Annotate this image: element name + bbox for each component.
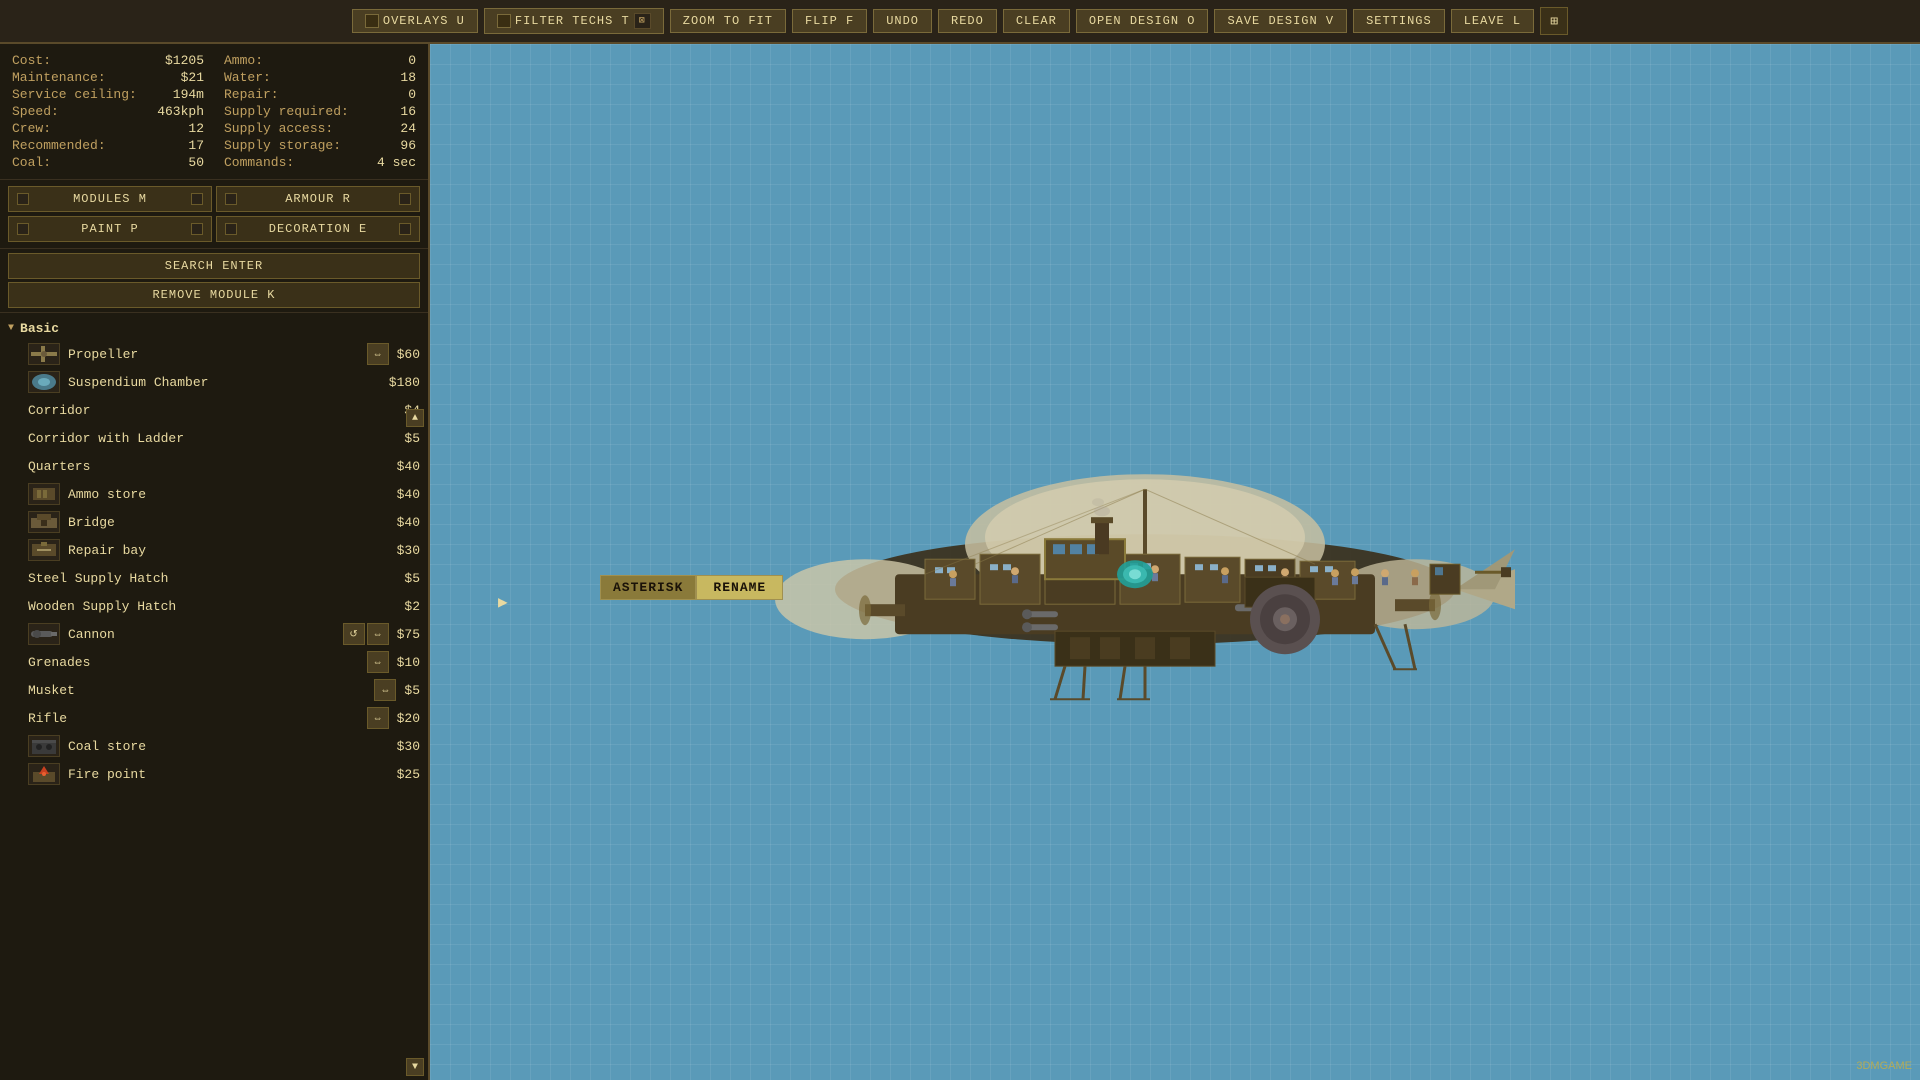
filter-techs-checkbox [497, 14, 511, 28]
stat-repair: Repair: 0 [224, 86, 416, 103]
cannon-rotate-btn[interactable]: ↺ [343, 623, 365, 645]
stat-cost: Cost: $1205 [12, 52, 204, 69]
rename-button[interactable]: Rename [696, 575, 783, 600]
list-item[interactable]: Corridor $4 [0, 396, 428, 424]
redo-button[interactable]: Redo [938, 9, 997, 33]
list-item[interactable]: Propeller ⇔ $60 [0, 340, 428, 368]
cannon-flip-btn[interactable]: ⇔ [367, 623, 389, 645]
settings-button[interactable]: Settings [1353, 9, 1445, 33]
stats-left: Cost: $1205 Maintenance: $21 Service cei… [12, 52, 204, 171]
propeller-flip-btn[interactable]: ⇔ [367, 343, 389, 365]
stat-maintenance: Maintenance: $21 [12, 69, 204, 86]
suspendium-icon [28, 371, 60, 393]
list-item[interactable]: Corridor with Ladder $5 [0, 424, 428, 452]
ship-visualization [775, 389, 1515, 773]
propeller-icon [28, 343, 60, 365]
category-basic[interactable]: ▼ Basic [0, 317, 428, 340]
module-list: ▼ Basic Propeller ⇔ $60 [0, 313, 428, 1080]
stat-water: Water: 18 [224, 69, 416, 86]
stat-supply-storage: Supply storage: 96 [224, 137, 416, 154]
asterisk-label: Asterisk [600, 575, 696, 600]
zoom-fit-button[interactable]: Zoom to fit [670, 9, 786, 33]
list-item[interactable]: Quarters $40 [0, 452, 428, 480]
undo-button[interactable]: Undo [873, 9, 932, 33]
open-design-button[interactable]: Open design O [1076, 9, 1209, 33]
filter-techs-button[interactable]: Filter Techs T ⊠ [484, 8, 664, 34]
list-item[interactable]: Bridge $40 [0, 508, 428, 536]
tab-modules[interactable]: Modules M [8, 186, 212, 212]
search-remove-area: Search ENTER Remove module K [0, 249, 428, 313]
grenades-flip-btn[interactable]: ⇔ [367, 651, 389, 673]
list-item[interactable]: Suspendium Chamber $180 [0, 368, 428, 396]
propeller-buttons: ⇔ [367, 343, 389, 365]
stat-supply-required: Supply required: 16 [224, 103, 416, 120]
list-item[interactable]: Musket ⇔ $5 [0, 676, 428, 704]
list-item[interactable]: Ammo store $40 [0, 480, 428, 508]
rename-dialog: Asterisk Rename [600, 575, 783, 600]
extra-icon[interactable]: ⊞ [1540, 7, 1568, 35]
cannon-icon [28, 623, 60, 645]
scroll-down-button[interactable]: ▼ [406, 1058, 424, 1076]
cannon-buttons: ↺ ⇔ [343, 623, 389, 645]
musket-flip-btn[interactable]: ⇔ [374, 679, 396, 701]
overlays-button[interactable]: Overlays U [352, 9, 478, 33]
list-item[interactable]: Fire point $25 [0, 760, 428, 788]
stat-service-ceiling: Service ceiling: 194m [12, 86, 204, 103]
clear-button[interactable]: Clear [1003, 9, 1070, 33]
flip-button[interactable]: Flip F [792, 9, 867, 33]
save-design-button[interactable]: Save design V [1214, 9, 1347, 33]
ship-svg [775, 389, 1515, 769]
stat-coal: Coal: 50 [12, 154, 204, 171]
stat-ammo: Ammo: 0 [224, 52, 416, 69]
fire-point-icon [28, 763, 60, 785]
list-item[interactable]: Wooden Supply Hatch $2 [0, 592, 428, 620]
rifle-buttons: ⇔ [367, 707, 389, 729]
category-tabs: Modules M Armour R Paint P Decoration E [0, 180, 428, 249]
watermark: 3DMGAME [1856, 1060, 1912, 1072]
list-item[interactable]: Coal store $30 [0, 732, 428, 760]
list-item[interactable]: Cannon ↺ ⇔ $75 [0, 620, 428, 648]
stats-right: Ammo: 0 Water: 18 Repair: 0 Supply requi… [224, 52, 416, 171]
list-item[interactable]: Repair bay $30 [0, 536, 428, 564]
remove-module-button[interactable]: Remove module K [8, 282, 420, 308]
musket-buttons: ⇔ [374, 679, 396, 701]
design-canvas[interactable]: Asterisk Rename ▶ 3DMGAME [430, 44, 1920, 1080]
scroll-up-button[interactable]: ▲ [406, 409, 424, 427]
list-item[interactable]: Grenades ⇔ $10 [0, 648, 428, 676]
leave-button[interactable]: Leave L [1451, 9, 1534, 33]
stat-speed: Speed: 463kph [12, 103, 204, 120]
list-item[interactable]: Rifle ⇔ $20 [0, 704, 428, 732]
toolbar: Overlays U Filter Techs T ⊠ Zoom to fit … [0, 0, 1920, 44]
search-button[interactable]: Search ENTER [8, 253, 420, 279]
tab-decoration[interactable]: Decoration E [216, 216, 420, 242]
bridge-icon [28, 511, 60, 533]
repair-bay-icon [28, 539, 60, 561]
stat-crew: Crew: 12 [12, 120, 204, 137]
tab-armour[interactable]: Armour R [216, 186, 420, 212]
grenades-buttons: ⇔ [367, 651, 389, 673]
coal-store-icon [28, 735, 60, 757]
rifle-flip-btn[interactable]: ⇔ [367, 707, 389, 729]
overlays-checkbox [365, 14, 379, 28]
stat-supply-access: Supply access: 24 [224, 120, 416, 137]
ammo-store-icon [28, 483, 60, 505]
stats-panel: Cost: $1205 Maintenance: $21 Service cei… [0, 44, 428, 180]
stat-commands: Commands: 4 sec [224, 154, 416, 171]
stat-recommended: Recommended: 17 [12, 137, 204, 154]
tab-paint[interactable]: Paint P [8, 216, 212, 242]
mouse-cursor: ▶ [498, 592, 508, 612]
collapse-arrow-icon: ▼ [8, 323, 14, 334]
list-item[interactable]: Steel Supply Hatch $5 [0, 564, 428, 592]
left-panel: Cost: $1205 Maintenance: $21 Service cei… [0, 44, 430, 1080]
